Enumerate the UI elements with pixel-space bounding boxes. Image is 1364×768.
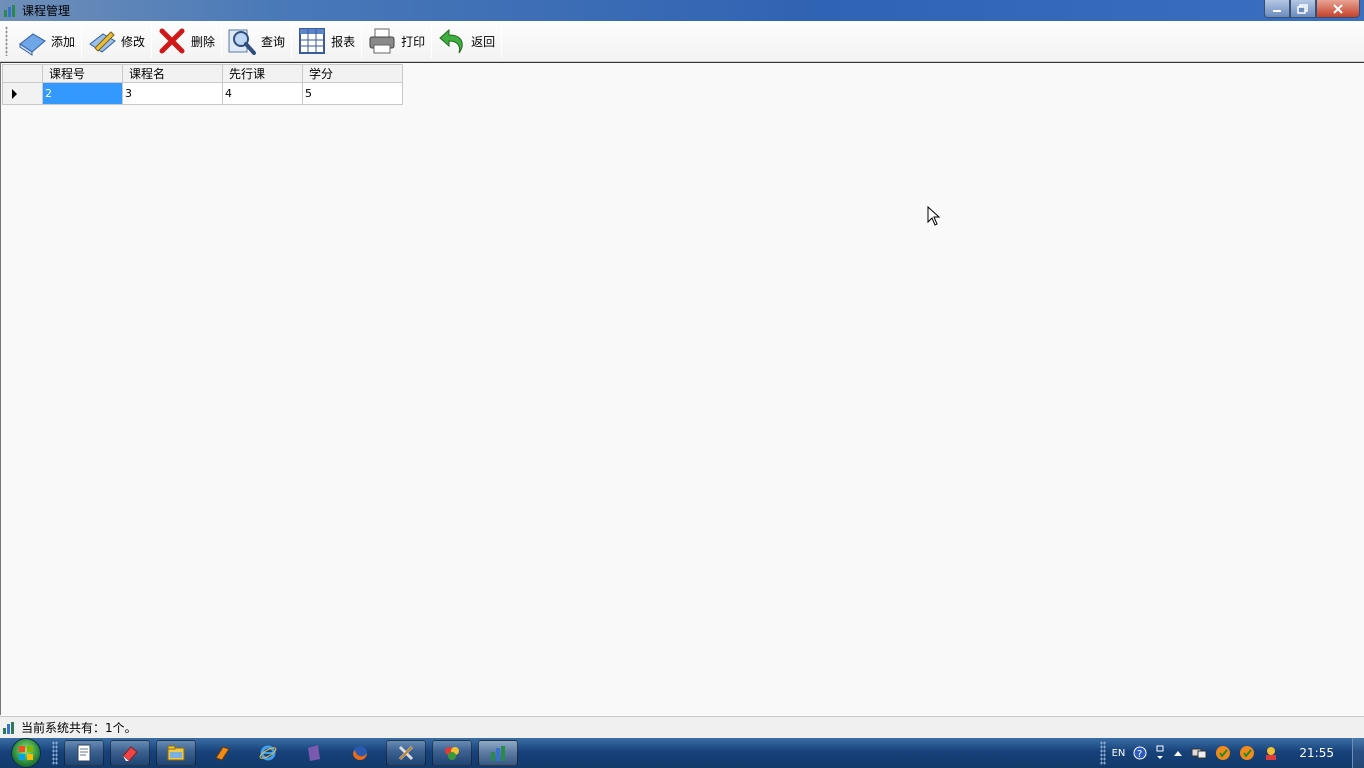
taskbar-app-course-manager[interactable]	[478, 740, 518, 766]
app-colorful-icon	[445, 747, 459, 760]
edit-label: 修改	[121, 34, 146, 49]
column-header-credits[interactable]: 学分	[302, 64, 403, 83]
report-button[interactable]: 报表	[292, 23, 361, 59]
add-book-icon	[17, 26, 47, 56]
taskbar-app-explorer[interactable]	[156, 740, 196, 766]
column-header-course-no[interactable]: 课程号	[42, 64, 123, 83]
back-arrow-icon	[437, 26, 467, 56]
show-desktop-button[interactable]	[1352, 738, 1364, 768]
help-icon[interactable]: ?	[1133, 746, 1147, 760]
windows-logo-icon	[11, 738, 41, 768]
window-title: 课程管理	[22, 4, 71, 18]
row-header[interactable]	[2, 82, 43, 105]
firefox-icon	[353, 746, 367, 760]
eraser-icon	[122, 746, 138, 762]
app-icon	[3, 4, 17, 18]
current-row-icon	[12, 89, 17, 99]
query-magnifier-icon	[227, 26, 257, 56]
report-table-icon	[297, 26, 327, 56]
table-cell[interactable]: 4	[222, 82, 303, 105]
table-cell[interactable]: 5	[302, 82, 403, 105]
title-bar: 课程管理	[0, 0, 1364, 21]
back-button[interactable]: 返回	[432, 23, 501, 59]
system-tray: EN ? 21:55	[1094, 738, 1364, 768]
course-manager-icon	[491, 746, 505, 761]
table-cell[interactable]: 2	[42, 82, 123, 105]
chart-icon	[3, 721, 17, 734]
svg-text:?: ?	[1137, 749, 1142, 760]
network-icon[interactable]	[1191, 746, 1207, 760]
restore-button[interactable]	[1290, 0, 1316, 18]
taskbar-clock[interactable]: 21:55	[1299, 746, 1334, 760]
query-button[interactable]: 查询	[222, 23, 291, 59]
toolbar: 添加 修改 删除 查询 报表 打印 返回	[0, 21, 1364, 62]
grid-header-row: 课程号 课程名 先行课 学分	[2, 64, 403, 83]
edit-button[interactable]: 修改	[82, 23, 151, 59]
taskbar-app-eraser[interactable]	[110, 740, 150, 766]
delete-label: 删除	[191, 34, 216, 49]
minimize-button[interactable]	[1264, 0, 1290, 18]
taskbar-app-document[interactable]	[64, 740, 104, 766]
delete-button[interactable]: 删除	[152, 23, 221, 59]
tools-icon	[398, 745, 414, 761]
folder-icon	[167, 745, 185, 761]
internet-explorer-icon	[259, 745, 277, 761]
taskbar: EN ? 21:55	[0, 738, 1364, 768]
taskbar-app-book[interactable]	[202, 740, 242, 766]
table-cell[interactable]: 3	[122, 82, 223, 105]
ime-options-icon[interactable]	[1155, 745, 1165, 761]
visual-studio-icon	[308, 745, 320, 761]
printer-icon	[367, 26, 397, 56]
user-app-icon[interactable]	[1263, 745, 1279, 761]
book-icon	[215, 746, 230, 761]
status-bar: 当前系统共有：1个。	[0, 716, 1364, 738]
taskbar-app-colorful[interactable]	[432, 740, 472, 766]
toolbar-separator	[501, 24, 503, 58]
taskbar-app-firefox[interactable]	[340, 740, 380, 766]
security-shield-icon[interactable]	[1239, 745, 1255, 761]
status-text: 当前系统共有：1个。	[21, 721, 137, 735]
taskbar-app-tools[interactable]	[386, 740, 426, 766]
mouse-cursor-icon	[927, 205, 941, 229]
back-label: 返回	[471, 34, 496, 49]
query-label: 查询	[261, 34, 286, 49]
taskbar-grip	[52, 741, 58, 765]
taskbar-app-ie[interactable]	[248, 740, 288, 766]
content-area: 课程号 课程名 先行课 学分 2 3 4 5	[0, 62, 1364, 715]
print-button[interactable]: 打印	[362, 23, 431, 59]
course-grid: 课程号 课程名 先行课 学分 2 3 4 5	[2, 64, 403, 105]
delete-x-icon	[157, 26, 187, 56]
add-button[interactable]: 添加	[12, 23, 81, 59]
document-icon	[77, 744, 91, 762]
edit-pencil-icon	[87, 26, 117, 56]
print-label: 打印	[401, 34, 426, 49]
report-label: 报表	[331, 34, 356, 49]
column-header-course-name[interactable]: 课程名	[122, 64, 223, 83]
grid-corner-header[interactable]	[2, 64, 43, 83]
start-button[interactable]	[6, 738, 46, 768]
language-indicator[interactable]: EN	[1112, 748, 1126, 759]
tray-grip	[1099, 741, 1106, 765]
add-label: 添加	[51, 34, 76, 49]
toolbar-grip[interactable]	[5, 26, 8, 56]
show-hidden-icons-icon[interactable]	[1173, 749, 1183, 757]
taskbar-app-vs[interactable]	[294, 740, 334, 766]
column-header-prerequisite[interactable]: 先行课	[222, 64, 303, 83]
close-button[interactable]	[1316, 0, 1360, 18]
table-row[interactable]: 2 3 4 5	[2, 82, 403, 105]
security-shield-icon[interactable]	[1215, 745, 1231, 761]
